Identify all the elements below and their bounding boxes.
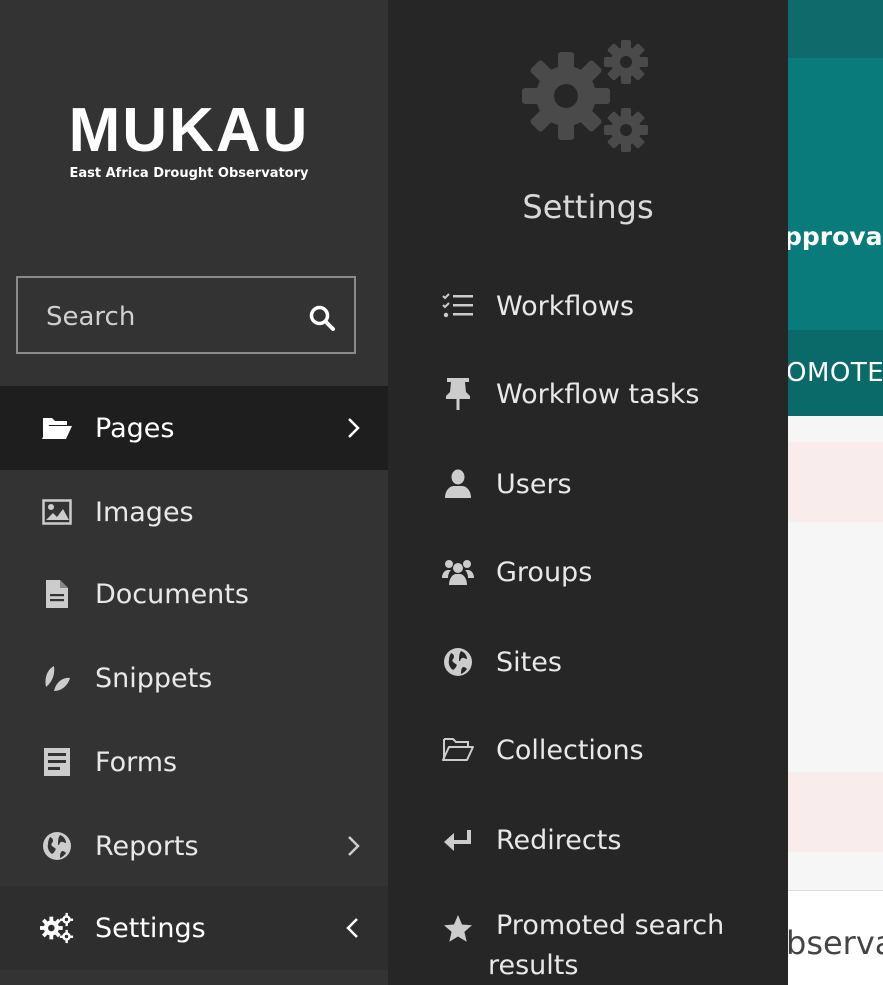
sidebar-item-label: Reports xyxy=(95,830,199,862)
folder-open-icon xyxy=(442,734,474,766)
logo-title: MUKAU xyxy=(68,96,310,165)
document-icon xyxy=(40,577,74,611)
background-header-text: pprovals xyxy=(784,222,883,251)
sidebar-item-label: Images xyxy=(95,496,194,528)
background-top-bar xyxy=(788,0,883,58)
sidebar-item-label: Snippets xyxy=(95,662,213,694)
submenu-item-sites[interactable]: Sites xyxy=(388,618,788,706)
submenu-item-groups[interactable]: Groups xyxy=(388,528,788,616)
form-icon xyxy=(40,745,74,779)
thumbtack-icon xyxy=(442,378,474,410)
submenu-item-workflows[interactable]: Workflows xyxy=(388,262,788,350)
sidebar-item-reports[interactable]: Reports xyxy=(0,804,388,888)
background-row xyxy=(788,442,883,522)
app-root: pprovals OMOTE bserva MUKAU East Africa … xyxy=(0,0,883,985)
folder-open-icon xyxy=(40,411,74,445)
leaf-icon xyxy=(40,661,74,695)
settings-submenu: Settings Workflows Workflow tasks Users … xyxy=(388,0,788,985)
search-icon[interactable] xyxy=(308,304,336,332)
star-icon xyxy=(442,912,474,944)
sidebar-item-label: Documents xyxy=(95,578,249,610)
globe-icon xyxy=(442,646,474,678)
submenu-item-label: Redirects xyxy=(496,824,622,856)
sidebar-item-settings[interactable]: Settings xyxy=(0,886,388,970)
background-footer-text: bserva xyxy=(786,924,883,962)
sidebar-item-snippets[interactable]: Snippets xyxy=(0,636,388,720)
image-icon xyxy=(40,495,74,529)
background-row xyxy=(788,772,883,852)
user-icon xyxy=(442,468,474,500)
sidebar-item-label: Pages xyxy=(95,412,175,444)
submenu-title: Settings xyxy=(522,188,654,226)
site-logo[interactable]: MUKAU East Africa Drought Observatory xyxy=(0,96,378,181)
tasks-icon xyxy=(442,290,474,322)
submenu-item-promoted-search-results[interactable]: Promoted search results xyxy=(388,884,788,985)
sidebar-item-forms[interactable]: Forms xyxy=(0,720,388,804)
submenu-item-label: Promoted search results xyxy=(488,910,725,981)
submenu-item-workflow-tasks[interactable]: Workflow tasks xyxy=(388,350,788,438)
globe-icon xyxy=(40,829,74,863)
chevron-right-icon xyxy=(340,833,366,859)
submenu-item-label: Groups xyxy=(496,556,593,588)
submenu-item-label: Workflow tasks xyxy=(496,378,700,410)
submenu-item-label: Collections xyxy=(496,734,644,766)
sidebar-item-documents[interactable]: Documents xyxy=(0,552,388,636)
search-input[interactable] xyxy=(44,296,288,338)
logo-subtitle: East Africa Drought Observatory xyxy=(69,166,309,181)
submenu-item-label: Sites xyxy=(496,646,562,678)
redirect-icon xyxy=(442,824,474,856)
background-tab-promote[interactable]: OMOTE xyxy=(786,358,883,388)
submenu-item-label: Workflows xyxy=(496,290,635,322)
submenu-item-users[interactable]: Users xyxy=(388,440,788,528)
cogs-icon xyxy=(522,38,654,160)
search-box xyxy=(16,276,356,354)
sidebar-item-label: Forms xyxy=(95,746,178,778)
background-page-header xyxy=(788,58,883,330)
submenu-item-redirects[interactable]: Redirects xyxy=(388,796,788,884)
sidebar-item-label: Settings xyxy=(95,912,206,944)
chevron-left-icon xyxy=(340,915,366,941)
submenu-item-label: Users xyxy=(496,468,572,500)
sidebar-item-images[interactable]: Images xyxy=(0,470,388,554)
group-icon xyxy=(442,556,474,588)
main-sidebar: MUKAU East Africa Drought Observatory Pa… xyxy=(0,0,388,985)
sidebar-item-pages[interactable]: Pages xyxy=(0,386,388,470)
cogs-icon xyxy=(40,911,74,945)
submenu-item-collections[interactable]: Collections xyxy=(388,706,788,794)
chevron-right-icon xyxy=(340,415,366,441)
